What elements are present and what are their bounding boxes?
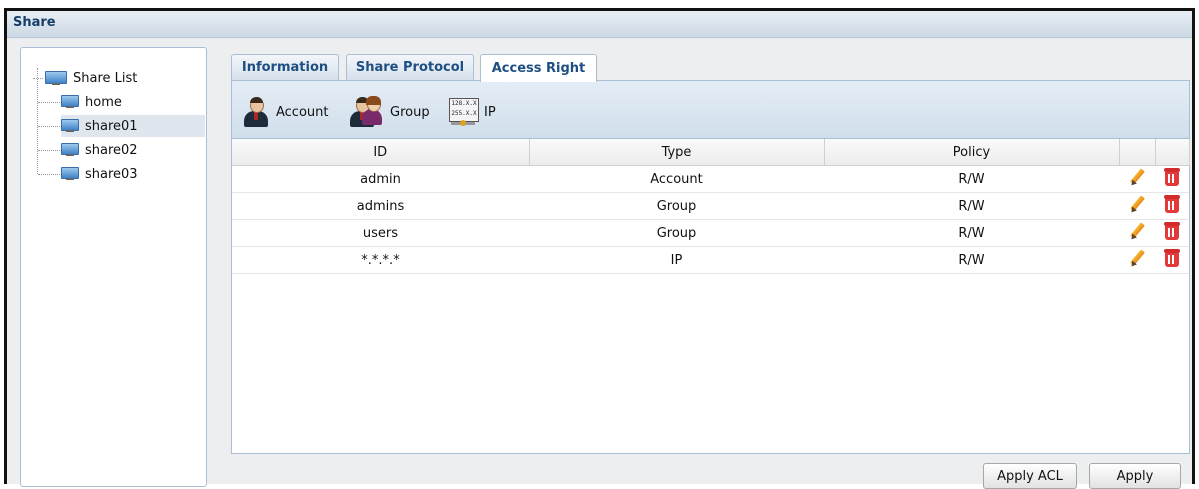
window-titlebar: Share bbox=[7, 11, 1192, 38]
share-folder-icon bbox=[61, 143, 79, 157]
table-header-row: ID Type Policy bbox=[232, 139, 1190, 166]
tree-root-share-list[interactable]: Share List bbox=[45, 67, 137, 89]
acl-toolbar: Account Group 128.X.X 255.X.X IP bbox=[232, 81, 1189, 139]
tree-connector bbox=[37, 68, 38, 174]
delete-trash-icon[interactable] bbox=[1163, 248, 1181, 268]
tree-item-label: share03 bbox=[85, 166, 138, 182]
share-folder-icon bbox=[61, 119, 79, 133]
table-row[interactable]: admins Group R/W bbox=[232, 192, 1189, 220]
cell-id: users bbox=[232, 219, 529, 247]
column-header-id[interactable]: ID bbox=[232, 139, 530, 166]
tree-connector bbox=[38, 174, 60, 175]
tree-item-share01[interactable]: share01 bbox=[61, 115, 205, 137]
group-users-icon bbox=[350, 96, 384, 127]
window-title: Share bbox=[13, 15, 56, 30]
add-ip-button[interactable]: 128.X.X 255.X.X IP bbox=[448, 97, 496, 127]
tree-item-label: home bbox=[85, 94, 122, 110]
delete-trash-icon[interactable] bbox=[1163, 194, 1181, 214]
column-header-type[interactable]: Type bbox=[529, 139, 825, 166]
share-folder-icon bbox=[61, 167, 79, 181]
account-label: Account bbox=[276, 104, 329, 120]
access-right-panel: Account Group 128.X.X 255.X.X IP ID Type… bbox=[231, 80, 1190, 454]
ip-label: IP bbox=[484, 104, 496, 120]
tree-connector bbox=[38, 102, 60, 103]
share-tree-panel: Share List home share01 share02 share03 bbox=[20, 47, 207, 487]
edit-pencil-icon[interactable] bbox=[1127, 194, 1147, 215]
cell-id: admin bbox=[232, 165, 529, 193]
add-group-button[interactable]: Group bbox=[350, 96, 430, 127]
edit-pencil-icon[interactable] bbox=[1127, 167, 1147, 188]
tree-connector bbox=[38, 150, 60, 151]
cell-policy: R/W bbox=[824, 192, 1119, 220]
group-label: Group bbox=[390, 104, 430, 120]
apply-button[interactable]: Apply bbox=[1089, 463, 1181, 489]
cell-id: *.*.*.* bbox=[232, 246, 529, 274]
tree-root-label: Share List bbox=[73, 70, 138, 86]
table-row[interactable]: *.*.*.* IP R/W bbox=[232, 246, 1189, 274]
tab-share-protocol[interactable]: Share Protocol bbox=[346, 54, 474, 80]
delete-trash-icon[interactable] bbox=[1163, 167, 1181, 187]
ip-address-icon: 128.X.X 255.X.X bbox=[448, 97, 479, 127]
acl-table: ID Type Policy admin Account R/W admins bbox=[232, 139, 1190, 274]
tree-item-share03[interactable]: share03 bbox=[61, 163, 205, 185]
table-row[interactable]: admin Account R/W bbox=[232, 165, 1189, 193]
share-window: Share Share List home share01 share02 sh… bbox=[4, 8, 1195, 489]
cell-policy: R/W bbox=[824, 246, 1119, 274]
column-header-delete bbox=[1155, 139, 1190, 166]
tree-item-label: share02 bbox=[85, 142, 138, 158]
tree-item-label: share01 bbox=[85, 118, 138, 134]
share-folder-icon bbox=[61, 95, 79, 109]
tree-connector bbox=[33, 78, 43, 79]
tab-access-right[interactable]: Access Right bbox=[480, 54, 597, 82]
ip-icon-text: 128.X.X bbox=[451, 100, 477, 107]
cell-type: Group bbox=[529, 192, 824, 220]
apply-acl-button[interactable]: Apply ACL bbox=[983, 463, 1077, 489]
tree-item-share02[interactable]: share02 bbox=[61, 139, 205, 161]
cell-id: admins bbox=[232, 192, 529, 220]
cell-policy: R/W bbox=[824, 219, 1119, 247]
ip-icon-text: 255.X.X bbox=[451, 110, 477, 117]
tab-information[interactable]: Information bbox=[231, 54, 339, 80]
table-row[interactable]: users Group R/W bbox=[232, 219, 1189, 247]
cell-policy: R/W bbox=[824, 165, 1119, 193]
column-header-policy[interactable]: Policy bbox=[824, 139, 1120, 166]
monitor-icon bbox=[45, 70, 67, 86]
cell-type: Group bbox=[529, 219, 824, 247]
column-header-edit bbox=[1119, 139, 1156, 166]
cell-type: IP bbox=[529, 246, 824, 274]
edit-pencil-icon[interactable] bbox=[1127, 221, 1147, 242]
tree-connector bbox=[38, 126, 60, 127]
cell-type: Account bbox=[529, 165, 824, 193]
tree-item-home[interactable]: home bbox=[61, 91, 205, 113]
delete-trash-icon[interactable] bbox=[1163, 221, 1181, 241]
account-user-icon bbox=[242, 97, 270, 127]
edit-pencil-icon[interactable] bbox=[1127, 248, 1147, 269]
add-account-button[interactable]: Account bbox=[242, 97, 329, 127]
